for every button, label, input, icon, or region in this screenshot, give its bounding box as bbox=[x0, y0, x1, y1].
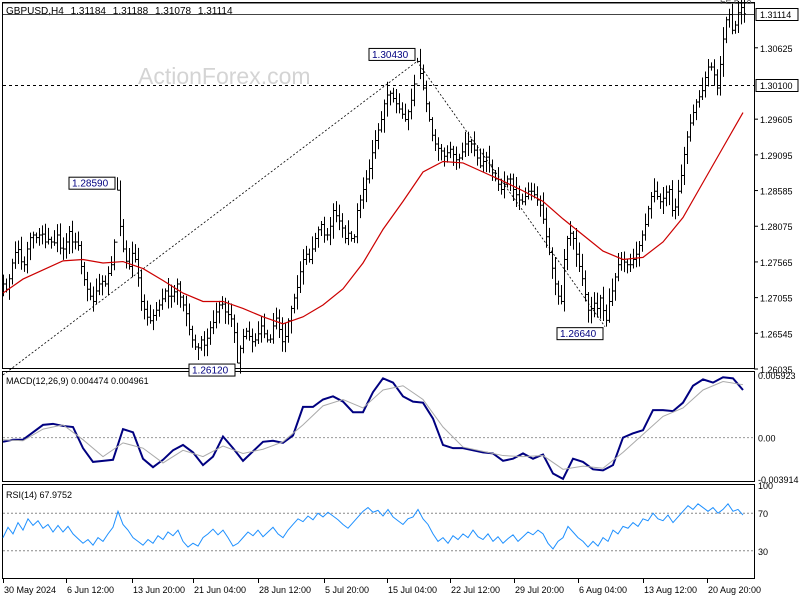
price-tick-label: 1.27055 bbox=[760, 294, 793, 304]
open-price: 1.31184 bbox=[71, 6, 107, 17]
swing-label: 1.30430 bbox=[372, 50, 409, 61]
price-tick-label: 1.29605 bbox=[760, 115, 793, 125]
symbol-label: GBPUSD,H4 bbox=[6, 6, 64, 17]
time-tick-label: 20 Aug 20:00 bbox=[708, 585, 761, 595]
swing-label: 1.28590 bbox=[72, 179, 109, 190]
time-tick-label: 6 Aug 04:00 bbox=[579, 585, 627, 595]
macd-tick-label: 0.005923 bbox=[758, 371, 796, 381]
time-tick-label: 13 Jun 20:00 bbox=[133, 585, 185, 595]
low-price: 1.31078 bbox=[155, 6, 192, 17]
price-tick-label: 1.30625 bbox=[760, 44, 793, 54]
close-price: 1.31114 bbox=[198, 6, 233, 17]
time-tick-label: 29 Jul 20:00 bbox=[515, 585, 564, 595]
time-tick-label: 15 Jul 04:00 bbox=[388, 585, 437, 595]
rsi-title: RSI(14) 67.9752 bbox=[6, 490, 72, 500]
watermark: ActionForex.com bbox=[138, 63, 311, 89]
price-level-label: 1.30100 bbox=[760, 81, 793, 91]
price-tick-label: 1.28585 bbox=[760, 187, 793, 197]
swing-label: 1.26120 bbox=[192, 366, 229, 377]
price-tick-label: 1.28075 bbox=[760, 222, 793, 232]
high-price: 1.31188 bbox=[113, 6, 149, 17]
chart-header: GBPUSD,H4 1.31184 1.31188 1.31078 1.3111… bbox=[6, 6, 233, 17]
fe-label: FE 61.8 bbox=[720, 0, 752, 6]
macd-tick-label: 0.00 bbox=[758, 434, 776, 444]
time-tick-label: 22 Jul 12:00 bbox=[451, 585, 500, 595]
rsi-panel-frame bbox=[2, 484, 755, 579]
price-tick-label: 1.29095 bbox=[760, 151, 793, 161]
chart-canvas: ActionForex.com GBPUSD,H4 1.31184 1.3118… bbox=[2, 0, 799, 595]
price-axis: 1.30625 1.29605 1.29095 1.28585 1.28075 1.275… bbox=[754, 44, 793, 375]
rsi-tick-label: 30 bbox=[758, 547, 768, 557]
time-axis: 30 May 2024 6 Jun 12:00 13 Jun 20:00 21 Jun… bbox=[3, 579, 761, 595]
rsi-tick-label: 100 bbox=[758, 481, 773, 491]
time-tick-label: 6 Jun 12:00 bbox=[67, 585, 114, 595]
time-tick-label: 5 Jul 20:00 bbox=[325, 585, 369, 595]
rsi-tick-label: 70 bbox=[758, 509, 768, 519]
macd-panel-frame bbox=[2, 371, 755, 482]
price-tick-label: 1.26545 bbox=[760, 329, 793, 339]
time-tick-label: 21 Jun 04:00 bbox=[194, 585, 246, 595]
macd-title: MACD(12,26,9) 0.004474 0.004961 bbox=[6, 376, 149, 386]
time-tick-label: 13 Aug 12:00 bbox=[644, 585, 697, 595]
time-tick-label: 28 Jun 12:00 bbox=[259, 585, 311, 595]
price-tick-label: 1.27565 bbox=[760, 258, 793, 268]
time-tick-label: 30 May 2024 bbox=[4, 585, 56, 595]
swing-label: 1.26640 bbox=[560, 329, 597, 340]
price-level-label: 1.31114 bbox=[760, 10, 791, 20]
